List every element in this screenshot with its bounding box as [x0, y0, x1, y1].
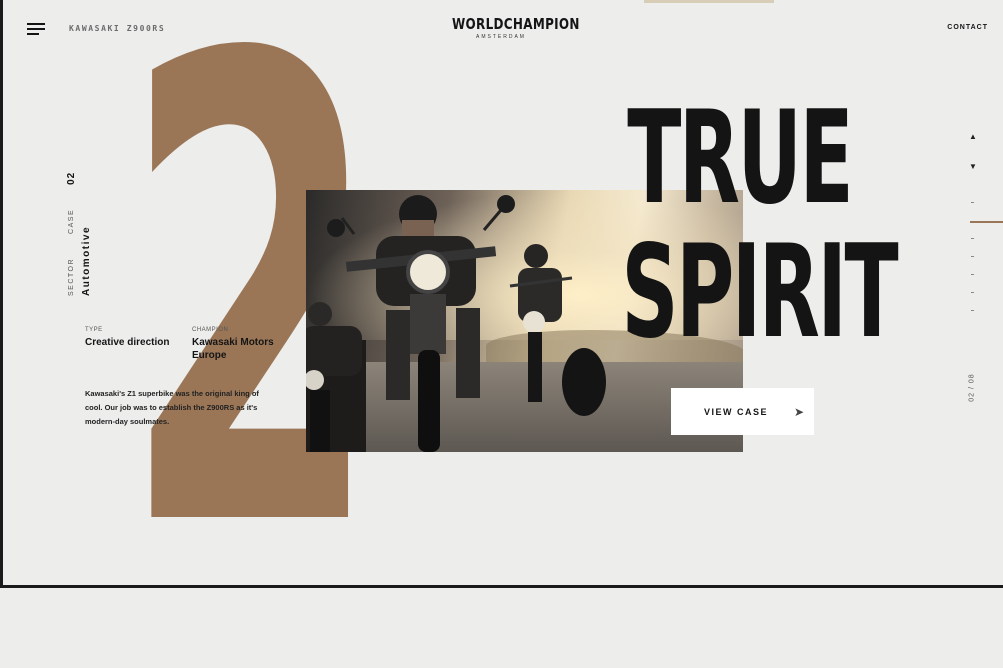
slide-dot-active[interactable] [970, 221, 1003, 223]
slide-dot[interactable] [971, 256, 974, 257]
slide-counter: 02 / 08 [968, 373, 976, 402]
top-accent-bar [644, 0, 774, 3]
slide-dot[interactable] [971, 202, 974, 203]
case-label: CASE [68, 208, 75, 234]
sector-block: SECTOR CASE 02 Automotive [66, 172, 92, 296]
headline-line-1: TRUE [627, 84, 853, 233]
contact-link[interactable]: CONTACT [947, 24, 988, 31]
sector-value: Automotive [81, 226, 92, 296]
slide-dot[interactable] [971, 274, 974, 275]
slide-dot[interactable] [971, 238, 974, 239]
view-case-label: VIEW CASE [704, 406, 769, 417]
type-value: Creative direction [85, 337, 170, 348]
arrow-up-icon[interactable]: ▲ [966, 132, 980, 141]
brand-name: WORLDCHAMPION [452, 15, 580, 33]
champion-value: Kawasaki Motors Europe [192, 337, 274, 361]
arrow-down-icon[interactable]: ▼ [966, 162, 980, 171]
brand-city: AMSTERDAM [476, 34, 526, 40]
arrow-right-icon: ➤ [794, 404, 805, 419]
case-description: Kawasaki's Z1 superbike was the original… [85, 389, 259, 426]
case-number: 02 [66, 171, 77, 185]
type-label: TYPE [85, 327, 103, 333]
window-frame-left [0, 0, 3, 588]
sector-label: SECTOR [68, 257, 75, 296]
slide-dot[interactable] [971, 292, 974, 293]
type-block: TYPE Creative direction [85, 327, 169, 349]
headline-line-2: SPIRIT [621, 218, 898, 367]
slide-dot[interactable] [971, 310, 974, 311]
view-case-button[interactable]: VIEW CASE ➤ [671, 388, 814, 435]
brand-logo[interactable]: WORLDCHAMPION AMSTERDAM [452, 15, 580, 40]
champion-label: CHAMPION [192, 327, 229, 333]
champion-block: CHAMPION Kawasaki Motors Europe [192, 327, 282, 362]
menu-icon[interactable] [27, 21, 47, 37]
